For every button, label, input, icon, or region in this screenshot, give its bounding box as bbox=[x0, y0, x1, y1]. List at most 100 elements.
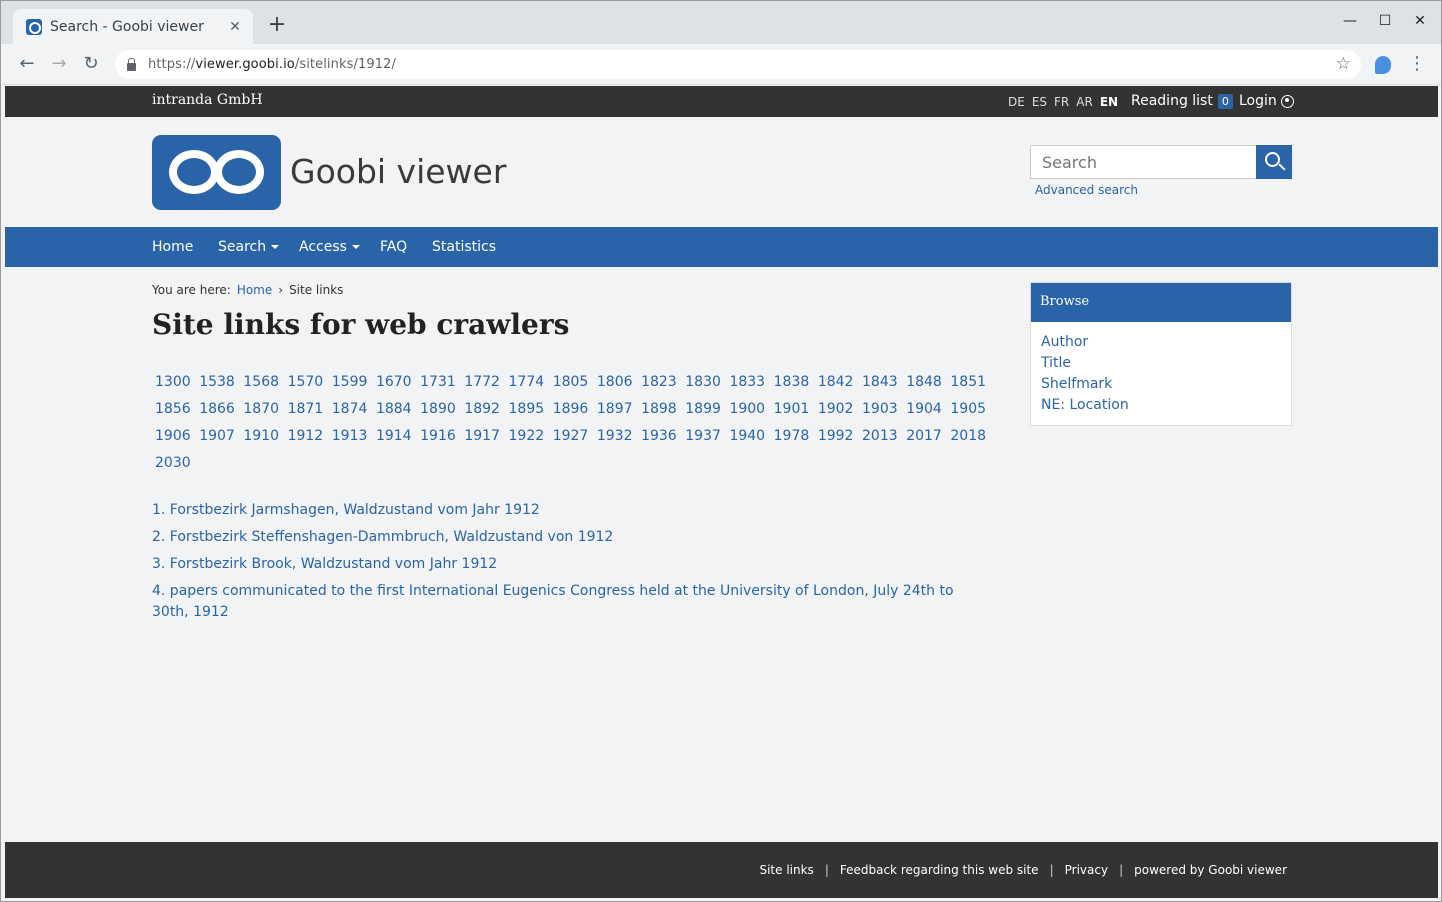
footer-powered-by[interactable]: powered by Goobi viewer bbox=[1134, 863, 1287, 877]
year-link[interactable]: 1570 bbox=[285, 371, 329, 398]
year-link[interactable]: 1936 bbox=[638, 425, 682, 452]
year-link[interactable]: 1870 bbox=[240, 398, 284, 425]
bookmark-star-icon[interactable]: ☆ bbox=[1336, 54, 1351, 74]
result-link[interactable]: 1. Forstbezirk Jarmshagen, Waldzustand v… bbox=[152, 500, 992, 521]
nav-statistics[interactable]: Statistics bbox=[432, 239, 496, 255]
year-link[interactable]: 1851 bbox=[947, 371, 991, 398]
year-link[interactable]: 2030 bbox=[152, 452, 196, 479]
result-link[interactable]: 3. Forstbezirk Brook, Waldzustand vom Ja… bbox=[152, 554, 992, 575]
year-link[interactable]: 1910 bbox=[240, 425, 284, 452]
footer-feedback[interactable]: Feedback regarding this web site bbox=[840, 863, 1039, 877]
year-link[interactable]: 1917 bbox=[461, 425, 505, 452]
search-button[interactable] bbox=[1256, 145, 1292, 179]
lang-fr[interactable]: FR bbox=[1054, 95, 1069, 109]
year-link[interactable]: 2018 bbox=[947, 425, 991, 452]
year-link[interactable]: 1992 bbox=[815, 425, 859, 452]
year-link[interactable]: 1904 bbox=[903, 398, 947, 425]
year-link[interactable]: 2017 bbox=[903, 425, 947, 452]
year-link[interactable]: 1830 bbox=[682, 371, 726, 398]
year-link[interactable]: 1838 bbox=[771, 371, 815, 398]
year-link[interactable]: 1978 bbox=[771, 425, 815, 452]
footer-privacy[interactable]: Privacy bbox=[1065, 863, 1108, 877]
extension-icon[interactable] bbox=[1375, 56, 1391, 74]
year-link[interactable]: 1902 bbox=[815, 398, 859, 425]
lang-en[interactable]: EN bbox=[1100, 95, 1118, 109]
reading-list-link[interactable]: Reading list 0 bbox=[1131, 93, 1233, 109]
year-link[interactable]: 1927 bbox=[550, 425, 594, 452]
browser-menu-icon[interactable]: ⋮ bbox=[1407, 53, 1427, 74]
nav-search[interactable]: Search bbox=[218, 239, 280, 255]
year-link[interactable]: 1912 bbox=[285, 425, 329, 452]
year-link[interactable]: 1900 bbox=[726, 398, 770, 425]
year-link[interactable]: 1907 bbox=[196, 425, 240, 452]
year-link[interactable]: 1806 bbox=[594, 371, 638, 398]
site-title[interactable]: Goobi viewer bbox=[290, 152, 506, 191]
lang-de[interactable]: DE bbox=[1008, 95, 1025, 109]
nav-access[interactable]: Access bbox=[299, 239, 360, 255]
year-link[interactable]: 1906 bbox=[152, 425, 196, 452]
maximize-button[interactable]: ☐ bbox=[1370, 13, 1400, 29]
year-link[interactable]: 1731 bbox=[417, 371, 461, 398]
new-tab-button[interactable]: + bbox=[265, 13, 289, 37]
tab-close-icon[interactable]: ✕ bbox=[227, 19, 243, 35]
goobi-logo[interactable] bbox=[152, 135, 281, 210]
year-link[interactable]: 1848 bbox=[903, 371, 947, 398]
year-link[interactable]: 1896 bbox=[550, 398, 594, 425]
breadcrumb-home[interactable]: Home bbox=[237, 283, 272, 297]
year-link[interactable]: 1914 bbox=[373, 425, 417, 452]
browse-item[interactable]: Author bbox=[1041, 332, 1281, 353]
brand-link[interactable]: intranda GmbH bbox=[152, 92, 263, 108]
year-link[interactable]: 1898 bbox=[638, 398, 682, 425]
year-link[interactable]: 1842 bbox=[815, 371, 859, 398]
year-link[interactable]: 1774 bbox=[506, 371, 550, 398]
year-link[interactable]: 1568 bbox=[240, 371, 284, 398]
footer-site-links[interactable]: Site links bbox=[759, 863, 813, 877]
year-link[interactable]: 1599 bbox=[329, 371, 373, 398]
result-link[interactable]: 2. Forstbezirk Steffenshagen-Dammbruch, … bbox=[152, 527, 992, 548]
nav-faq[interactable]: FAQ bbox=[380, 239, 407, 255]
year-link[interactable]: 1897 bbox=[594, 398, 638, 425]
year-link[interactable]: 1937 bbox=[682, 425, 726, 452]
year-link[interactable]: 1890 bbox=[417, 398, 461, 425]
year-link[interactable]: 1940 bbox=[726, 425, 770, 452]
year-link[interactable]: 1866 bbox=[196, 398, 240, 425]
year-link[interactable]: 1903 bbox=[859, 398, 903, 425]
browse-item[interactable]: Title bbox=[1041, 353, 1281, 374]
year-link[interactable]: 1905 bbox=[947, 398, 991, 425]
year-link[interactable]: 1922 bbox=[506, 425, 550, 452]
year-link[interactable]: 2013 bbox=[859, 425, 903, 452]
year-link[interactable]: 1300 bbox=[152, 371, 196, 398]
address-bar[interactable]: https://viewer.goobi.io/sitelinks/1912/ … bbox=[115, 50, 1361, 79]
browse-item[interactable]: NE: Location bbox=[1041, 395, 1281, 416]
year-link[interactable]: 1916 bbox=[417, 425, 461, 452]
year-link[interactable]: 1913 bbox=[329, 425, 373, 452]
year-link[interactable]: 1856 bbox=[152, 398, 196, 425]
year-link[interactable]: 1833 bbox=[726, 371, 770, 398]
lang-ar[interactable]: AR bbox=[1076, 95, 1093, 109]
close-window-button[interactable]: ✕ bbox=[1405, 13, 1435, 29]
login-link[interactable]: Login bbox=[1239, 93, 1294, 109]
year-link[interactable]: 1823 bbox=[638, 371, 682, 398]
browser-tab[interactable]: Search - Goobi viewer ✕ bbox=[13, 9, 253, 44]
year-link[interactable]: 1538 bbox=[196, 371, 240, 398]
year-link[interactable]: 1843 bbox=[859, 371, 903, 398]
forward-arrow-icon[interactable]: → bbox=[47, 52, 71, 76]
year-link[interactable]: 1874 bbox=[329, 398, 373, 425]
search-input[interactable] bbox=[1030, 145, 1257, 179]
back-arrow-icon[interactable]: ← bbox=[15, 52, 39, 76]
browse-item[interactable]: Shelfmark bbox=[1041, 374, 1281, 395]
reload-icon[interactable]: ↻ bbox=[79, 52, 103, 76]
nav-home[interactable]: Home bbox=[152, 239, 193, 255]
advanced-search-link[interactable]: Advanced search bbox=[1035, 183, 1138, 197]
year-link[interactable]: 1805 bbox=[550, 371, 594, 398]
result-link[interactable]: 4. papers communicated to the first Inte… bbox=[152, 581, 992, 623]
lang-es[interactable]: ES bbox=[1032, 95, 1047, 109]
year-link[interactable]: 1901 bbox=[771, 398, 815, 425]
year-link[interactable]: 1892 bbox=[461, 398, 505, 425]
year-link[interactable]: 1884 bbox=[373, 398, 417, 425]
year-link[interactable]: 1670 bbox=[373, 371, 417, 398]
year-link[interactable]: 1772 bbox=[461, 371, 505, 398]
minimize-button[interactable]: — bbox=[1335, 13, 1365, 29]
year-link[interactable]: 1895 bbox=[506, 398, 550, 425]
year-link[interactable]: 1899 bbox=[682, 398, 726, 425]
